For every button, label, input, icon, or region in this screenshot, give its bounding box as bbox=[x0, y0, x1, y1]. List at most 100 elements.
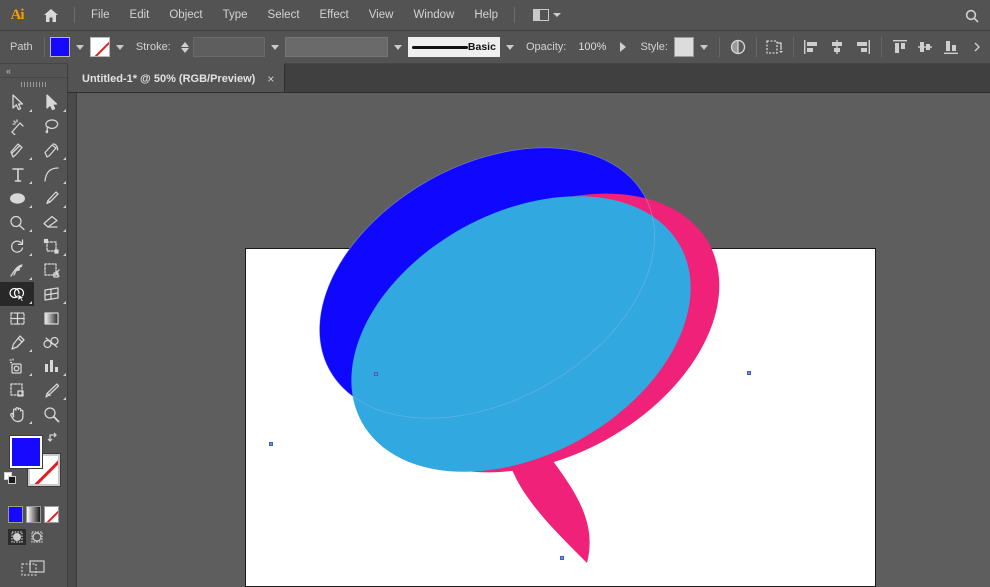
menu-item-select[interactable]: Select bbox=[258, 4, 310, 26]
brush-definition-field[interactable]: Basic bbox=[407, 37, 500, 57]
control-divider-5 bbox=[880, 37, 882, 57]
change-screen-mode-button[interactable] bbox=[0, 545, 67, 577]
variable-width-profile-field[interactable] bbox=[284, 37, 388, 57]
anchor-point[interactable] bbox=[374, 372, 378, 376]
anchor-point[interactable] bbox=[560, 556, 564, 560]
tool-group-indicator-icon bbox=[63, 253, 66, 256]
align-right-icon[interactable] bbox=[852, 35, 874, 59]
column-graph-tool[interactable] bbox=[34, 354, 68, 378]
menu-item-help[interactable]: Help bbox=[464, 4, 508, 26]
tools-panel-header[interactable]: « bbox=[0, 64, 67, 78]
document-tab-bar: Untitled-1* @ 50% (RGB/Preview) × bbox=[68, 63, 990, 93]
slice-tool[interactable] bbox=[34, 378, 68, 402]
align-center-horizontal-icon[interactable] bbox=[826, 35, 848, 59]
stroke-dropdown-chevron-icon[interactable] bbox=[115, 44, 124, 50]
stroke-swatch[interactable] bbox=[89, 37, 110, 57]
default-fill-stroke-icon[interactable] bbox=[4, 472, 16, 484]
search-icon[interactable] bbox=[960, 0, 984, 31]
transparency-icon[interactable] bbox=[727, 35, 749, 59]
magic-wand-tool[interactable] bbox=[0, 114, 34, 138]
color-mode-button[interactable] bbox=[8, 506, 23, 523]
artboard bbox=[245, 248, 876, 587]
draw-behind-button[interactable] bbox=[28, 529, 46, 545]
menu-item-view[interactable]: View bbox=[359, 4, 404, 26]
paintbrush-tool[interactable] bbox=[34, 186, 68, 210]
artboard-tool[interactable] bbox=[0, 378, 34, 402]
eyedropper-tool[interactable] bbox=[0, 330, 34, 354]
ellipse-tool[interactable] bbox=[0, 186, 34, 210]
menu-item-window[interactable]: Window bbox=[403, 4, 464, 26]
rotate-tool[interactable] bbox=[0, 234, 34, 258]
tool-group-indicator-icon bbox=[29, 205, 32, 208]
menu-item-edit[interactable]: Edit bbox=[120, 4, 160, 26]
mesh-tool[interactable] bbox=[0, 306, 34, 330]
pen-tool[interactable] bbox=[0, 138, 34, 162]
control-bar-overflow-icon[interactable] bbox=[966, 35, 988, 59]
perspective-grid-tool[interactable] bbox=[34, 282, 68, 306]
direct-selection-tool[interactable] bbox=[34, 90, 68, 114]
brush-chevron-icon[interactable] bbox=[505, 44, 514, 50]
menu-item-effect[interactable]: Effect bbox=[310, 4, 359, 26]
panel-dock-strip[interactable] bbox=[68, 93, 77, 587]
symbol-sprayer-tool[interactable] bbox=[0, 354, 34, 378]
stroke-weight-chevron-icon[interactable] bbox=[270, 44, 279, 50]
anchor-point[interactable] bbox=[747, 371, 751, 375]
style-label: Style: bbox=[640, 41, 668, 53]
curvature-tool[interactable] bbox=[34, 138, 68, 162]
control-bar: Path Stroke: Basic Opacity: 100% Style: bbox=[0, 31, 990, 64]
shape-builder-tool[interactable] bbox=[0, 282, 34, 306]
menu-item-object[interactable]: Object bbox=[159, 4, 212, 26]
recolor-artwork-icon[interactable] bbox=[764, 35, 786, 59]
align-left-icon[interactable] bbox=[800, 35, 822, 59]
fill-dropdown-chevron-icon[interactable] bbox=[75, 44, 84, 50]
document-tab[interactable]: Untitled-1* @ 50% (RGB/Preview) × bbox=[68, 63, 286, 92]
hand-tool[interactable] bbox=[0, 402, 34, 426]
eraser-tool[interactable] bbox=[34, 210, 68, 234]
shaper-tool[interactable] bbox=[0, 210, 34, 234]
scale-tool[interactable] bbox=[34, 234, 68, 258]
tool-group-indicator-icon bbox=[29, 157, 32, 160]
menu-item-type[interactable]: Type bbox=[213, 4, 258, 26]
gradient-tool[interactable] bbox=[34, 306, 68, 330]
width-profile-chevron-icon[interactable] bbox=[393, 44, 402, 50]
graphic-style-swatch[interactable] bbox=[673, 37, 695, 57]
line-segment-tool[interactable] bbox=[34, 162, 68, 186]
none-mode-button[interactable] bbox=[44, 506, 59, 523]
draw-normal-button[interactable] bbox=[8, 529, 26, 545]
toolpanel-fill-swatch[interactable] bbox=[9, 435, 43, 469]
zoom-tool[interactable] bbox=[34, 402, 68, 426]
tool-group-indicator-icon bbox=[63, 229, 66, 232]
stroke-weight-field[interactable] bbox=[192, 37, 265, 57]
tool-group-indicator-icon bbox=[63, 397, 66, 400]
style-chevron-icon[interactable] bbox=[700, 44, 709, 50]
tools-panel-grip[interactable] bbox=[0, 78, 67, 90]
align-center-vertical-icon[interactable] bbox=[915, 35, 937, 59]
width-tool[interactable] bbox=[0, 258, 34, 282]
lasso-tool[interactable] bbox=[34, 114, 68, 138]
type-tool[interactable] bbox=[0, 162, 34, 186]
menubar-right-tools bbox=[960, 0, 990, 31]
canvas-area[interactable] bbox=[77, 93, 990, 587]
swap-fill-stroke-icon[interactable] bbox=[47, 432, 61, 446]
free-transform-tool[interactable] bbox=[34, 258, 68, 282]
close-icon[interactable]: × bbox=[267, 73, 274, 85]
home-icon[interactable] bbox=[34, 0, 68, 31]
stroke-weight-stepper[interactable] bbox=[180, 41, 189, 53]
blend-tool[interactable] bbox=[34, 330, 68, 354]
collapse-panel-icon[interactable]: « bbox=[6, 66, 11, 76]
workspace-switcher[interactable] bbox=[527, 6, 567, 24]
opacity-expand-icon[interactable] bbox=[620, 42, 627, 52]
control-divider-1 bbox=[43, 37, 45, 57]
tool-group-indicator-icon bbox=[63, 301, 66, 304]
opacity-value[interactable]: 100% bbox=[572, 41, 612, 53]
align-top-icon[interactable] bbox=[889, 35, 911, 59]
selection-type-label: Path bbox=[10, 41, 33, 53]
menu-item-file[interactable]: File bbox=[81, 4, 120, 26]
anchor-point[interactable] bbox=[269, 442, 273, 446]
control-divider-3 bbox=[755, 37, 757, 57]
align-bottom-icon[interactable] bbox=[940, 35, 962, 59]
control-divider-4 bbox=[792, 37, 794, 57]
selection-tool[interactable] bbox=[0, 90, 34, 114]
fill-swatch[interactable] bbox=[49, 37, 70, 57]
gradient-mode-button[interactable] bbox=[26, 506, 41, 523]
